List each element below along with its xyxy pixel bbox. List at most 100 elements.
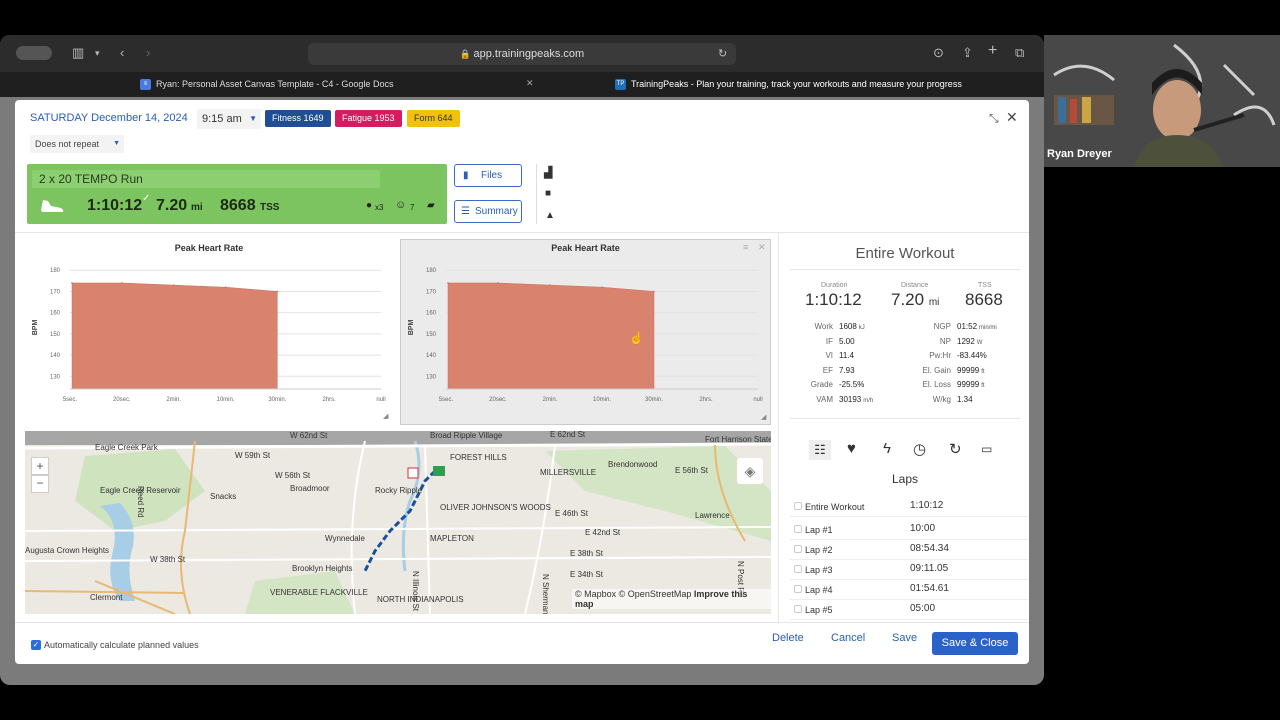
lap-row[interactable]: Entire Workout 1:10:12 <box>790 497 1028 517</box>
lap-name: Lap #5 <box>805 605 833 615</box>
new-tab-icon[interactable]: + <box>988 42 997 60</box>
lap-checkbox[interactable] <box>794 525 802 533</box>
address-bar[interactable]: 🔒 app.trainingpeaks.com <box>308 43 736 65</box>
y-tick-label: 160 <box>50 311 61 317</box>
distance-label: Distance <box>901 282 929 289</box>
y-tick-label: 130 <box>50 374 61 380</box>
osm-attribution[interactable]: © OpenStreetMap <box>619 589 692 599</box>
close-icon[interactable]: ✕ <box>1006 109 1018 126</box>
layers-button[interactable]: ◈ <box>737 458 763 484</box>
lap-name: Lap #2 <box>805 545 833 555</box>
heart-rate-area[interactable] <box>447 282 655 390</box>
collapse-icon[interactable]: ⤡ <box>989 111 999 126</box>
sidebar-toggle-icon[interactable]: ▥ <box>72 45 84 61</box>
chevron-down-icon[interactable]: ▾ <box>95 48 100 59</box>
summary-divider <box>778 232 779 624</box>
workout-modal: SATURDAY December 14, 2024 9:15 am ▼ Fitn… <box>15 100 1029 664</box>
download-icon[interactable]: ⊙ <box>933 45 944 61</box>
zoom-out-button[interactable]: − <box>31 475 49 493</box>
map-label: E 34th St <box>570 570 603 579</box>
close-chart-icon[interactable]: ✕ <box>758 242 766 253</box>
delete-button[interactable]: Delete <box>772 632 804 644</box>
map-label: W 59th St <box>235 451 271 460</box>
metric-number: -83.44% <box>957 351 987 360</box>
heart-rate-area[interactable] <box>71 282 278 390</box>
peak-hr-chart-2[interactable]: 180 170 160 150 140 130 5sec. 20sec. 2min. 10min.… <box>401 254 770 424</box>
lap-checkbox[interactable] <box>794 585 802 593</box>
share-icon[interactable]: ⇪ <box>962 45 973 61</box>
mapbox-attribution[interactable]: © Mapbox <box>575 589 616 599</box>
lap-row[interactable]: Lap #5 05:00 <box>790 600 1028 620</box>
elevation-icon[interactable]: ▲ <box>545 210 555 221</box>
comment-icon[interactable]: ■ <box>545 188 551 199</box>
data-point <box>71 282 73 284</box>
resize-handle-icon[interactable]: ◢ <box>761 413 766 421</box>
reload-icon[interactable]: ↻ <box>718 47 727 60</box>
lap-time: 1:10:12 <box>910 500 944 511</box>
workout-title[interactable]: 2 x 20 TEMPO Run <box>32 170 380 188</box>
save-close-button[interactable]: Save & Close <box>932 632 1018 655</box>
lap-checkbox[interactable] <box>794 545 802 553</box>
summary-button[interactable]: ☰ Summary <box>454 200 522 223</box>
metric-number: 1292 <box>957 336 975 346</box>
cancel-button[interactable]: Cancel <box>831 632 865 644</box>
lap-checkbox[interactable] <box>794 502 802 510</box>
workout-date[interactable]: SATURDAY December 14, 2024 <box>30 112 188 124</box>
clock-icon[interactable]: ◷ <box>913 440 926 458</box>
forward-icon[interactable]: › <box>146 45 150 60</box>
map-label: Snacks <box>210 492 237 501</box>
metric-unit: W <box>976 339 983 346</box>
bar-chart-icon[interactable]: ▟ <box>544 166 552 179</box>
ruler-icon[interactable]: ▭ <box>981 442 992 456</box>
y-tick-label: 140 <box>50 353 61 359</box>
resize-handle-icon[interactable]: ◢ <box>383 412 388 420</box>
distance-value: 7.20 mi <box>891 290 939 310</box>
lap-row[interactable]: Lap #2 08:54.34 <box>790 540 1028 560</box>
workout-card[interactable]: 2 x 20 TEMPO Run 1:10:12 ✓ 7.20 mi 8668 … <box>27 164 447 224</box>
route-map[interactable]: + − ◈ W 62nd St Broad Ripple Village E 62n… <box>25 431 771 614</box>
tss-label: TSS <box>978 282 992 289</box>
peak-hr-chart-1[interactable]: 180 170 160 150 140 130 5sec. 20sec. 2min. 10min.… <box>25 254 393 424</box>
x-tick-label: 5sec. <box>63 397 78 403</box>
list-view-icon[interactable]: ☷ <box>809 440 831 460</box>
metric-value: 99999 ft <box>957 380 985 389</box>
repeat-select[interactable]: Does not repeat ▼ <box>30 135 124 153</box>
tab-trainingpeaks[interactable]: TP TrainingPeaks - Plan your training, tr… <box>615 72 962 97</box>
lap-time: 10:00 <box>910 523 936 534</box>
window-controls[interactable] <box>16 46 52 60</box>
files-button[interactable]: ▮ Files <box>454 164 522 187</box>
y-tick-label: 180 <box>426 268 437 274</box>
lap-row[interactable]: Lap #1 10:00 <box>790 520 1028 540</box>
map-label: Brendonwood <box>608 460 658 469</box>
heart-icon[interactable]: ♥ <box>847 440 856 457</box>
cadence-icon[interactable]: ↻ <box>949 440 962 458</box>
comments-icon[interactable]: ▰ <box>427 200 435 211</box>
close-tab-icon[interactable]: ✕ <box>526 78 534 89</box>
metric-number: -25.5% <box>839 380 865 389</box>
lap-checkbox[interactable] <box>794 605 802 613</box>
tab-google-docs[interactable]: ≡ Ryan: Personal Asset Canvas Template - … <box>140 72 393 97</box>
power-icon[interactable]: ϟ <box>883 440 891 457</box>
chart-panel-1[interactable]: Peak Heart Rate 180 170 160 150 140 130 5sec. 2… <box>25 240 393 424</box>
metric-value: 1292 W <box>957 337 982 346</box>
metric-unit: kJ <box>858 325 865 331</box>
lap-checkbox[interactable] <box>794 565 802 573</box>
data-point <box>224 286 227 289</box>
lap-name: Lap #4 <box>805 585 833 595</box>
map-label: W 56th St <box>275 471 311 480</box>
metric-unit: ft <box>981 368 985 375</box>
menu-icon[interactable]: ≡ <box>743 242 748 252</box>
auto-calc-checkbox[interactable]: ✓ <box>31 640 41 650</box>
lap-row[interactable]: Lap #3 09:11.05 <box>790 560 1028 580</box>
tab-overview-icon[interactable]: ⧉ <box>1015 45 1024 61</box>
x-tick-label: 2min. <box>166 397 181 403</box>
lap-row[interactable]: Lap #4 01:54.61 <box>790 580 1028 600</box>
tab-bar: ≡ Ryan: Personal Asset Canvas Template - … <box>0 72 1044 97</box>
tab-label: TrainingPeaks - Plan your training, trac… <box>631 79 962 89</box>
chart-panel-2[interactable]: Peak Heart Rate ≡ ✕ 180 170 160 150 140 130 5s… <box>400 239 771 425</box>
time-select[interactable]: 9:15 am ▼ <box>197 109 261 129</box>
metric-number: 5.00 <box>839 336 855 346</box>
save-button[interactable]: Save <box>892 632 917 644</box>
back-icon[interactable]: ‹ <box>120 45 124 60</box>
zoom-in-button[interactable]: + <box>31 457 49 475</box>
